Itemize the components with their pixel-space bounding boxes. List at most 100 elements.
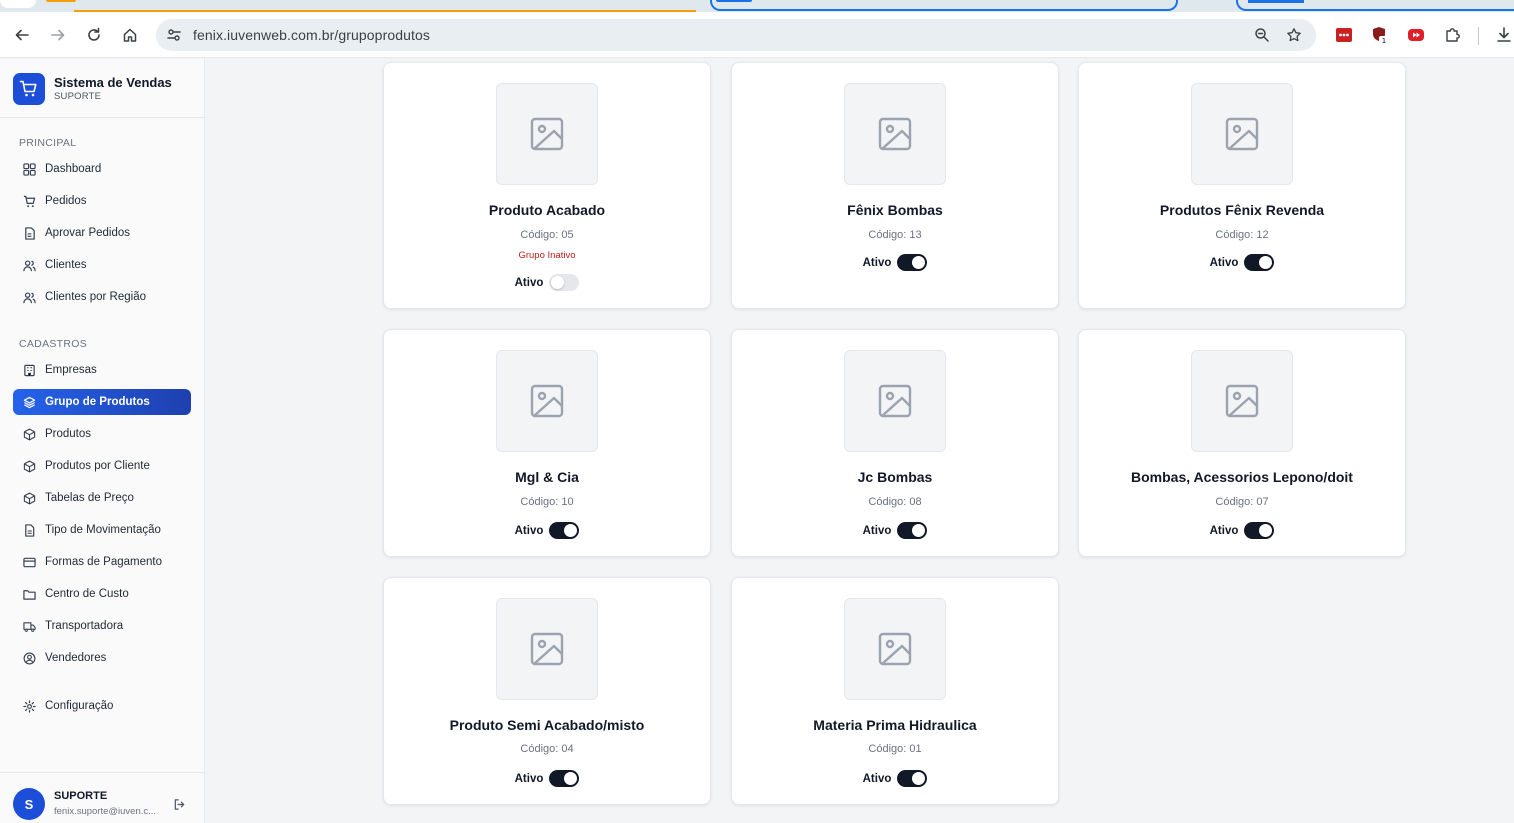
sidebar-item-configuracao[interactable]: Configuração	[13, 693, 191, 719]
image-placeholder-icon	[1191, 83, 1293, 185]
address-bar[interactable]: fenix.iuvenweb.com.br/grupoprodutos	[156, 19, 1316, 51]
sidebar-item-produtos-por-cliente[interactable]: Produtos por Cliente	[13, 453, 191, 479]
group-name: Produtos Fênix Revenda	[1159, 202, 1325, 218]
image-placeholder-icon	[496, 350, 598, 452]
sidebar-item-dashboard[interactable]: Dashboard	[13, 156, 191, 182]
active-toggle[interactable]	[897, 254, 928, 271]
active-toggle[interactable]	[1244, 254, 1275, 271]
box-icon	[22, 427, 36, 441]
zoom-icon[interactable]	[1252, 25, 1272, 45]
building-icon	[22, 363, 36, 377]
toggle-knob	[912, 772, 926, 785]
status-label: Ativo	[862, 256, 892, 269]
gear-icon	[22, 699, 36, 713]
group-status: Ativo	[732, 770, 1058, 787]
sidebar-item-clientes[interactable]: Clientes	[13, 252, 191, 278]
group-status: Ativo	[384, 522, 710, 539]
status-label: Ativo	[514, 276, 544, 289]
group-card[interactable]: Materia Prima Hidraulica Código: 01 Ativ…	[731, 577, 1059, 805]
group-card[interactable]: Produto Acabado Código: 05 Grupo Inativo…	[383, 62, 711, 309]
group-status: Ativo	[1079, 254, 1405, 271]
status-label: Ativo	[1209, 256, 1239, 269]
image-placeholder-icon	[496, 83, 598, 185]
avatar[interactable]: S	[13, 788, 45, 820]
video-extension-icon[interactable]	[1406, 25, 1426, 45]
password-manager-extension-icon[interactable]	[1334, 25, 1354, 45]
group-name: Produto Semi Acabado/misto	[449, 717, 645, 733]
sidebar-item-label: Aprovar Pedidos	[45, 227, 131, 239]
grid-icon	[22, 162, 36, 176]
group-card[interactable]: Bombas, Acessorios Lepono/doit Código: 0…	[1078, 329, 1406, 557]
back-arrow-icon[interactable]	[10, 23, 34, 47]
sidebar-divider	[0, 117, 204, 118]
users-icon	[22, 290, 36, 304]
browser-tab[interactable]	[710, 0, 1178, 11]
user-name: SUPORTE	[54, 790, 108, 802]
active-toggle[interactable]	[897, 522, 928, 539]
sidebar-item-grupo-de-produtos[interactable]: Grupo de Produtos	[13, 389, 191, 415]
reload-icon[interactable]	[82, 23, 106, 47]
section-label-principal: PRINCIPAL	[19, 137, 77, 149]
sidebar-item-label: Centro de Custo	[45, 588, 129, 600]
section-label-cadastros: CADASTROS	[19, 338, 88, 350]
file-icon	[22, 523, 36, 537]
group-code: Código: 10	[520, 496, 574, 508]
active-toggle[interactable]	[549, 770, 580, 787]
address-bar-url[interactable]: fenix.iuvenweb.com.br/grupoprodutos	[193, 27, 430, 43]
group-card[interactable]: Fênix Bombas Código: 13 Ativo	[731, 62, 1059, 309]
group-name: Materia Prima Hidraulica	[813, 717, 977, 733]
group-card[interactable]: Produtos Fênix Revenda Código: 12 Ativo	[1078, 62, 1406, 309]
status-label: Ativo	[514, 524, 544, 537]
credit-card-icon	[22, 555, 36, 569]
sidebar-item-aprovar-pedidos[interactable]: Aprovar Pedidos	[13, 220, 191, 246]
brand-subtitle: SUPORTE	[54, 91, 102, 102]
group-inactive-note: Grupo Inativo	[518, 250, 576, 261]
browser-tab[interactable]	[1236, 0, 1514, 11]
bookmark-star-icon[interactable]	[1284, 25, 1304, 45]
group-name: Jc Bombas	[857, 469, 933, 485]
active-toggle[interactable]	[1244, 522, 1275, 539]
logout-icon[interactable]	[171, 796, 187, 812]
brand[interactable]: Sistema de Vendas SUPORTE	[13, 73, 172, 105]
extensions-puzzle-icon[interactable]	[1443, 25, 1463, 45]
sidebar-item-vendedores[interactable]: Vendedores	[13, 645, 191, 671]
status-label: Ativo	[1209, 524, 1239, 537]
browser-tab-strip	[0, 0, 1514, 12]
active-toggle[interactable]	[549, 522, 580, 539]
sidebar-item-clientes-por-regiao[interactable]: Clientes por Região	[13, 284, 191, 310]
sidebar-item-label: Tabelas de Preço	[45, 492, 134, 504]
sidebar-item-formas-de-pagamento[interactable]: Formas de Pagamento	[13, 549, 191, 575]
download-icon[interactable]	[1494, 25, 1514, 45]
site-info-icon[interactable]	[164, 25, 184, 45]
active-toggle[interactable]	[897, 770, 928, 787]
toggle-knob	[1259, 524, 1273, 537]
toggle-knob	[564, 524, 578, 537]
active-toggle[interactable]	[549, 274, 580, 291]
group-name: Bombas, Acessorios Lepono/doit	[1131, 469, 1353, 485]
toggle-knob	[912, 524, 926, 537]
home-icon[interactable]	[118, 23, 142, 47]
sidebar-item-empresas[interactable]: Empresas	[13, 357, 191, 383]
sidebar-item-produtos[interactable]: Produtos	[13, 421, 191, 447]
forward-arrow-icon[interactable]	[46, 23, 70, 47]
sidebar: Sistema de Vendas SUPORTE PRINCIPAL Dash…	[0, 59, 205, 823]
security-extension-icon[interactable]: 1	[1370, 25, 1390, 45]
sidebar-item-tabelas-de-preco[interactable]: Tabelas de Preço	[13, 485, 191, 511]
sidebar-item-transportadora[interactable]: Transportadora	[13, 613, 191, 639]
group-status: Ativo	[384, 770, 710, 787]
sidebar-item-label: Produtos por Cliente	[45, 460, 150, 472]
sidebar-item-pedidos[interactable]: Pedidos	[13, 188, 191, 214]
group-card[interactable]: Jc Bombas Código: 08 Ativo	[731, 329, 1059, 557]
users-icon	[22, 258, 36, 272]
sidebar-item-label: Transportadora	[45, 620, 124, 632]
group-card[interactable]: Mgl & Cia Código: 10 Ativo	[383, 329, 711, 557]
sidebar-item-centro-de-custo[interactable]: Centro de Custo	[13, 581, 191, 607]
browser-tab[interactable]	[0, 0, 36, 8]
group-code: Código: 01	[868, 743, 922, 755]
group-code: Código: 12	[1215, 229, 1269, 241]
group-card[interactable]: Produto Semi Acabado/misto Código: 04 At…	[383, 577, 711, 805]
main-content: Produto Acabado Código: 05 Grupo Inativo…	[205, 59, 1514, 823]
sidebar-item-tipo-de-movimentacao[interactable]: Tipo de Movimentação	[13, 517, 191, 543]
group-name: Produto Acabado	[488, 202, 606, 218]
toggle-knob	[1259, 256, 1273, 269]
